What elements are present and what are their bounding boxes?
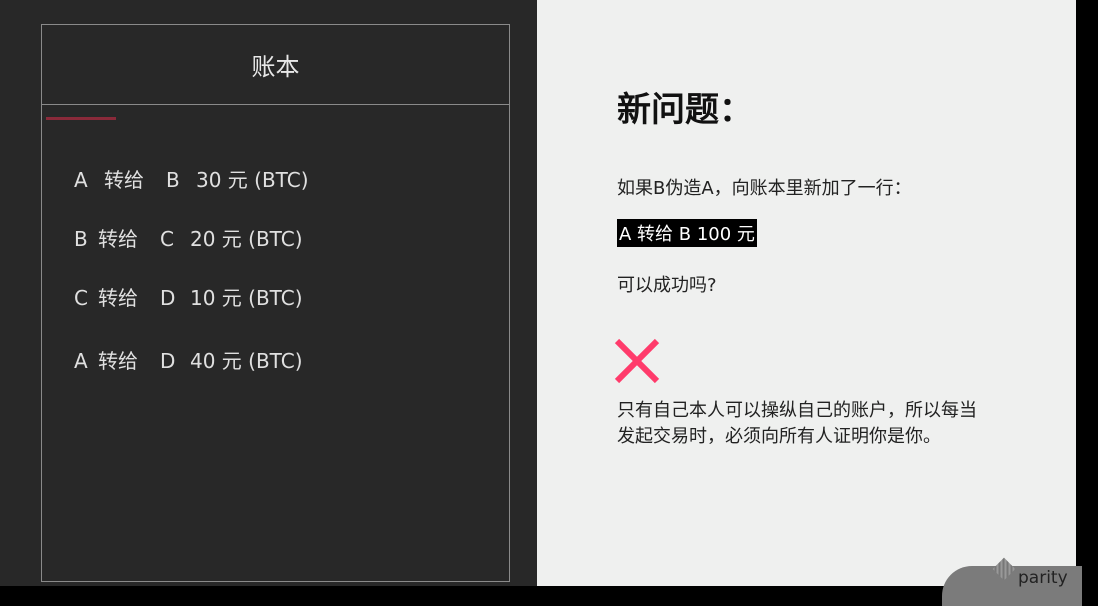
row-from: A bbox=[74, 168, 88, 192]
row-verb: 转给 bbox=[98, 227, 138, 251]
ledger-row: B 转给 C 20 元 (BTC) bbox=[74, 223, 303, 252]
row-to: D bbox=[160, 349, 176, 373]
row-verb: 转给 bbox=[98, 349, 138, 373]
row-verb: 转给 bbox=[104, 168, 144, 192]
row-from: C bbox=[74, 286, 88, 310]
ledger-row: A 转给 D 40 元 (BTC) bbox=[74, 345, 303, 374]
side-strip bbox=[1076, 0, 1098, 586]
row-verb: 转给 bbox=[98, 286, 138, 310]
slide-title: 新问题： bbox=[617, 90, 753, 130]
row-from: A bbox=[74, 349, 88, 373]
logo-text: parity bbox=[1018, 568, 1068, 588]
forged-line: A 转给 B 100 元 bbox=[617, 219, 757, 247]
row-amount: 10 元 (BTC) bbox=[190, 286, 303, 310]
row-amount: 30 元 (BTC) bbox=[196, 168, 309, 192]
ledger-row: C 转给 D 10 元 (BTC) bbox=[74, 282, 303, 311]
row-to: C bbox=[160, 227, 174, 251]
row-from: B bbox=[74, 227, 88, 251]
row-amount: 40 元 (BTC) bbox=[190, 349, 303, 373]
row-to: B bbox=[166, 168, 180, 192]
cross-icon bbox=[614, 338, 660, 384]
row-to: D bbox=[160, 286, 176, 310]
explanation-text: 只有自己本人可以操纵自己的账户，所以每当发起交易时，必须向所有人证明你是你。 bbox=[617, 400, 977, 447]
question-text: 可以成功吗? bbox=[617, 275, 717, 296]
ledger-panel: 账本 A 转给 B 30 元 (BTC) B 转给 C 20 元 (BTC) C 转给 D 10 … bbox=[0, 0, 537, 586]
row-amount: 20 元 (BTC) bbox=[190, 227, 303, 251]
ledger-title: 账本 bbox=[42, 25, 509, 105]
scenario-text: 如果B伪造A，向账本里新加了一行： bbox=[617, 178, 912, 199]
accent-line bbox=[46, 117, 116, 120]
ledger-row: A 转给 B 30 元 (BTC) bbox=[74, 164, 309, 193]
